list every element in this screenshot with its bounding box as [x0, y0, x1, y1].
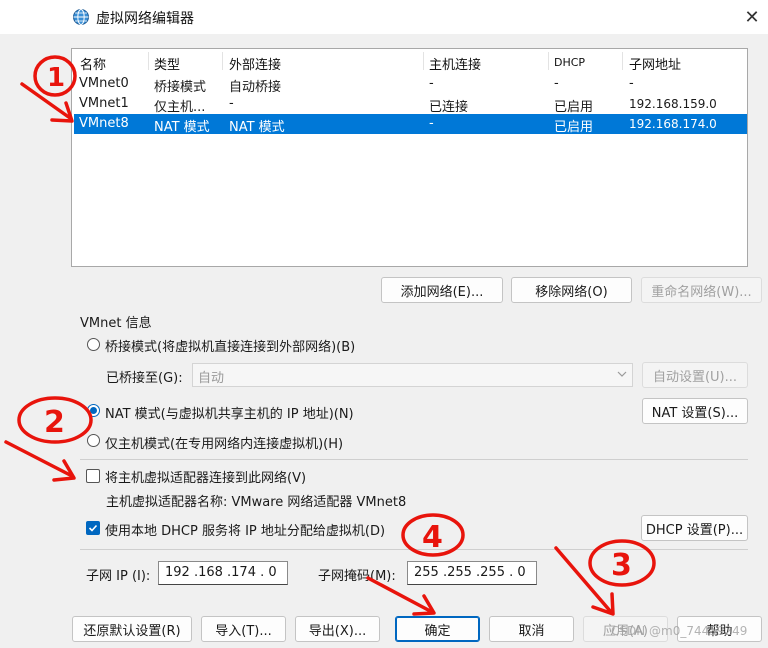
host-only-radio[interactable] — [87, 434, 100, 447]
cell-external: NAT 模式 — [229, 120, 285, 135]
cell-type: NAT 模式 — [154, 120, 210, 135]
vmnet-info-title: VMnet 信息 — [80, 316, 152, 331]
annotation-arrow-3 — [554, 546, 613, 614]
cell-subnet: 192.168.159.0 — [629, 97, 717, 111]
add-network-button[interactable]: 添加网络(E)... — [381, 277, 503, 303]
close-icon[interactable]: ✕ — [738, 4, 766, 30]
dhcp-label[interactable]: 使用本地 DHCP 服务将 IP 地址分配给虚拟机(D) — [105, 520, 385, 539]
cell-host: - — [429, 116, 434, 131]
cell-dhcp: 已启用 — [554, 100, 594, 115]
remove-network-button[interactable]: 移除网络(O) — [511, 277, 632, 303]
annotation-arrowhead-4 — [412, 594, 436, 616]
annotation-number-1: 1 — [47, 63, 65, 93]
subnet-ip-label: 子网 IP (I): — [86, 569, 151, 584]
table-row[interactable]: VMnet0 桥接模式 自动桥接 - - - — [74, 74, 747, 95]
cell-name: VMnet8 — [79, 116, 129, 131]
annotation-arrow-2 — [4, 440, 74, 478]
divider — [80, 549, 748, 550]
network-table[interactable]: 名称 类型 外部连接 主机连接 DHCP 子网地址 VMnet0 桥接模式 自动… — [71, 48, 748, 267]
watermark-text: CSDN @m0_74459249 — [611, 624, 748, 638]
cell-type: 桥接模式 — [154, 80, 207, 95]
connect-adapter-checkbox[interactable] — [86, 469, 100, 483]
cell-host: - — [429, 76, 434, 91]
annotation-circle-1 — [33, 55, 77, 97]
col-header-subnet[interactable]: 子网地址 — [629, 54, 681, 73]
table-row[interactable]: VMnet1 仅主机... - 已连接 已启用 192.168.159.0 — [74, 94, 747, 115]
bridge-mode-label[interactable]: 桥接模式(将虚拟机直接连接到外部网络)(B) — [105, 336, 355, 355]
col-header-type[interactable]: 类型 — [154, 54, 180, 73]
cell-dhcp: - — [554, 76, 559, 91]
export-button[interactable]: 导出(X)... — [295, 616, 380, 642]
cell-external: 自动桥接 — [229, 80, 282, 95]
adapter-name-text: 主机虚拟适配器名称: VMware 网络适配器 VMnet8 — [106, 495, 407, 510]
cell-dhcp: 已启用 — [554, 120, 594, 135]
import-button[interactable]: 导入(T)... — [201, 616, 286, 642]
ok-button[interactable]: 确定 — [395, 616, 480, 642]
annotation-number-3: 3 — [611, 548, 632, 583]
subnet-mask-field[interactable]: 255 .255 .255 . 0 — [407, 561, 537, 585]
col-header-external[interactable]: 外部连接 — [229, 54, 281, 73]
cell-host: 已连接 — [429, 100, 469, 115]
annotation-arrow-1 — [20, 82, 72, 120]
restore-defaults-button[interactable]: 还原默认设置(R) — [72, 616, 192, 642]
annotation-circle-2 — [17, 396, 93, 444]
nat-mode-radio[interactable] — [87, 404, 100, 417]
col-header-name[interactable]: 名称 — [80, 54, 106, 73]
col-divider — [148, 52, 149, 70]
chevron-down-icon — [617, 367, 627, 385]
connect-adapter-label[interactable]: 将主机虚拟适配器连接到此网络(V) — [105, 467, 306, 486]
annotation-circle-3 — [588, 539, 656, 587]
nat-mode-label[interactable]: NAT 模式(与虚拟机共享主机的 IP 地址)(N) — [105, 403, 354, 422]
col-divider — [622, 52, 623, 70]
subnet-ip-field[interactable]: 192 .168 .174 . 0 — [158, 561, 288, 585]
col-divider — [548, 52, 549, 70]
cell-type: 仅主机... — [154, 100, 206, 115]
dhcp-checkbox[interactable] — [86, 521, 100, 535]
dhcp-settings-button[interactable]: DHCP 设置(P)... — [641, 515, 748, 541]
table-row-selected[interactable]: VMnet8 NAT 模式 NAT 模式 - 已启用 192.168.174.0 — [74, 114, 747, 135]
annotation-number-2: 2 — [44, 405, 65, 440]
col-header-host[interactable]: 主机连接 — [429, 54, 481, 73]
annotation-arrowhead-2 — [52, 459, 76, 482]
host-only-label[interactable]: 仅主机模式(在专用网络内连接虚拟机)(H) — [105, 433, 343, 452]
cell-name: VMnet1 — [79, 96, 129, 111]
rename-network-button[interactable]: 重命名网络(W)... — [641, 277, 762, 303]
col-divider — [423, 52, 424, 70]
bridge-mode-radio[interactable] — [87, 338, 100, 351]
nat-settings-button[interactable]: NAT 设置(S)... — [642, 398, 748, 424]
annotation-arrowhead-3 — [591, 592, 615, 616]
col-divider — [222, 52, 223, 70]
divider — [80, 459, 748, 460]
cell-subnet: 192.168.174.0 — [629, 117, 717, 131]
cell-name: VMnet0 — [79, 76, 129, 91]
cell-external: - — [229, 96, 234, 111]
col-header-dhcp[interactable]: DHCP — [554, 56, 585, 69]
bridged-to-label: 已桥接至(G): — [106, 371, 183, 386]
network-globe-icon — [72, 8, 90, 26]
check-icon — [88, 524, 98, 532]
bridged-to-value: 自动 — [198, 371, 225, 386]
cell-subnet: - — [629, 76, 634, 91]
auto-settings-button[interactable]: 自动设置(U)... — [642, 362, 748, 388]
cancel-button[interactable]: 取消 — [489, 616, 574, 642]
window-title: 虚拟网络编辑器 — [96, 11, 194, 27]
annotation-arrowhead-1 — [50, 101, 74, 123]
bridged-to-select[interactable]: 自动 — [192, 363, 633, 387]
subnet-mask-label: 子网掩码(M): — [318, 569, 396, 584]
